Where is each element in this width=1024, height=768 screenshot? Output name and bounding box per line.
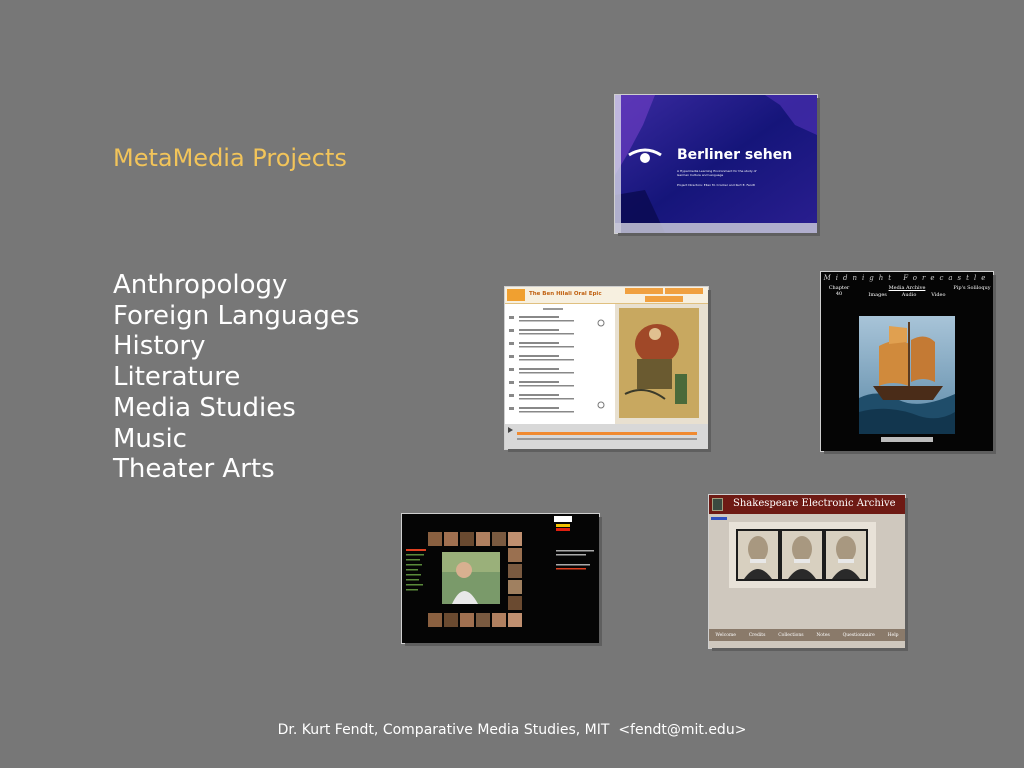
- subject-list: Anthropology Foreign Languages History L…: [113, 270, 359, 485]
- shakespeare-header: Shakespeare Electronic Archive: [709, 495, 905, 514]
- slide-title: MetaMedia Projects: [113, 144, 347, 172]
- midnight-forecastle-screenshot: Midnight Forecastle Chapter 40 Media Arc…: [821, 272, 993, 451]
- forecastle-controls[interactable]: [881, 437, 933, 442]
- epic-tab[interactable]: [645, 296, 683, 302]
- epic-verse-list: [505, 304, 615, 424]
- berliner-tagline: A Hypermedia Learning Environment for th…: [677, 169, 757, 177]
- subject-item: Literature: [113, 362, 241, 393]
- epic-illustration: [615, 304, 708, 424]
- berliner-sehen-screenshot: Berliner sehen A Hypermedia Learning Env…: [615, 95, 817, 233]
- forecastle-chapter[interactable]: Chapter 40: [825, 285, 853, 297]
- nav-help[interactable]: Help: [888, 633, 899, 638]
- subject-item: Theater Arts: [113, 454, 275, 485]
- forecastle-banner: Midnight Forecastle: [823, 274, 991, 282]
- play-icon[interactable]: [508, 427, 513, 433]
- video-mosaic-artwork: [406, 516, 594, 627]
- epic-tab[interactable]: [665, 288, 703, 294]
- berliner-sehen-artwork: [615, 95, 817, 233]
- subject-item: History: [113, 331, 206, 362]
- ship-painting: [859, 316, 955, 434]
- shakespeare-title: Shakespeare Electronic Archive: [733, 498, 896, 509]
- forecastle-soliloquy[interactable]: Pip's Soliloquy: [953, 285, 991, 291]
- portrait-3: [826, 531, 866, 579]
- subject-item: Media Studies: [113, 392, 296, 423]
- berliner-credits: Project Directors: Ellen M. Crocker and …: [677, 183, 755, 187]
- subject-item: Foreign Languages: [113, 300, 360, 331]
- nav-collections[interactable]: Collections: [778, 633, 803, 638]
- thumbnail-strip-top: [428, 532, 522, 546]
- epic-player-bar[interactable]: [505, 424, 708, 449]
- nav-welcome[interactable]: Welcome: [715, 633, 736, 638]
- epic-timeline: [517, 438, 697, 440]
- forecastle-archive[interactable]: Media Archive: [875, 285, 939, 291]
- nav-notes[interactable]: Notes: [816, 633, 829, 638]
- epic-progress[interactable]: [517, 432, 697, 435]
- forecastle-menu: Images Audio Video: [861, 292, 953, 298]
- menu-video[interactable]: Video: [931, 292, 945, 298]
- thumbnail-strip-bottom: [428, 613, 522, 627]
- shakespeare-archive-screenshot: Shakespeare Electronic Archive Welcome C…: [709, 495, 905, 648]
- thumbnail-strip-right: [508, 548, 522, 610]
- epic-tab[interactable]: [625, 288, 663, 294]
- portrait-2: [782, 531, 822, 579]
- menu-images[interactable]: Images: [868, 292, 886, 298]
- subject-item: Anthropology: [113, 270, 288, 300]
- portrait-1: [738, 531, 778, 579]
- shakespeare-link[interactable]: [711, 517, 727, 520]
- berliner-title: Berliner sehen: [677, 147, 793, 163]
- nav-questionnaire[interactable]: Questionnaire: [843, 633, 875, 638]
- epic-logo: [507, 289, 525, 301]
- nav-credits[interactable]: Credits: [749, 633, 766, 638]
- video-mosaic-screenshot: [402, 514, 599, 643]
- slide-footer: Dr. Kurt Fendt, Comparative Media Studie…: [277, 722, 747, 738]
- epic-header: The Ben Hilali Oral Epic: [505, 287, 708, 304]
- menu-audio[interactable]: Audio: [902, 292, 917, 298]
- shakespeare-portraits: [736, 529, 868, 581]
- epic-title: The Ben Hilali Oral Epic: [529, 291, 602, 297]
- shakespeare-nav: Welcome Credits Collections Notes Questi…: [709, 629, 905, 641]
- shakespeare-logo-icon: [712, 498, 723, 511]
- oral-epic-screenshot: The Ben Hilali Oral Epic: [505, 287, 708, 449]
- subject-item: Music: [113, 423, 187, 454]
